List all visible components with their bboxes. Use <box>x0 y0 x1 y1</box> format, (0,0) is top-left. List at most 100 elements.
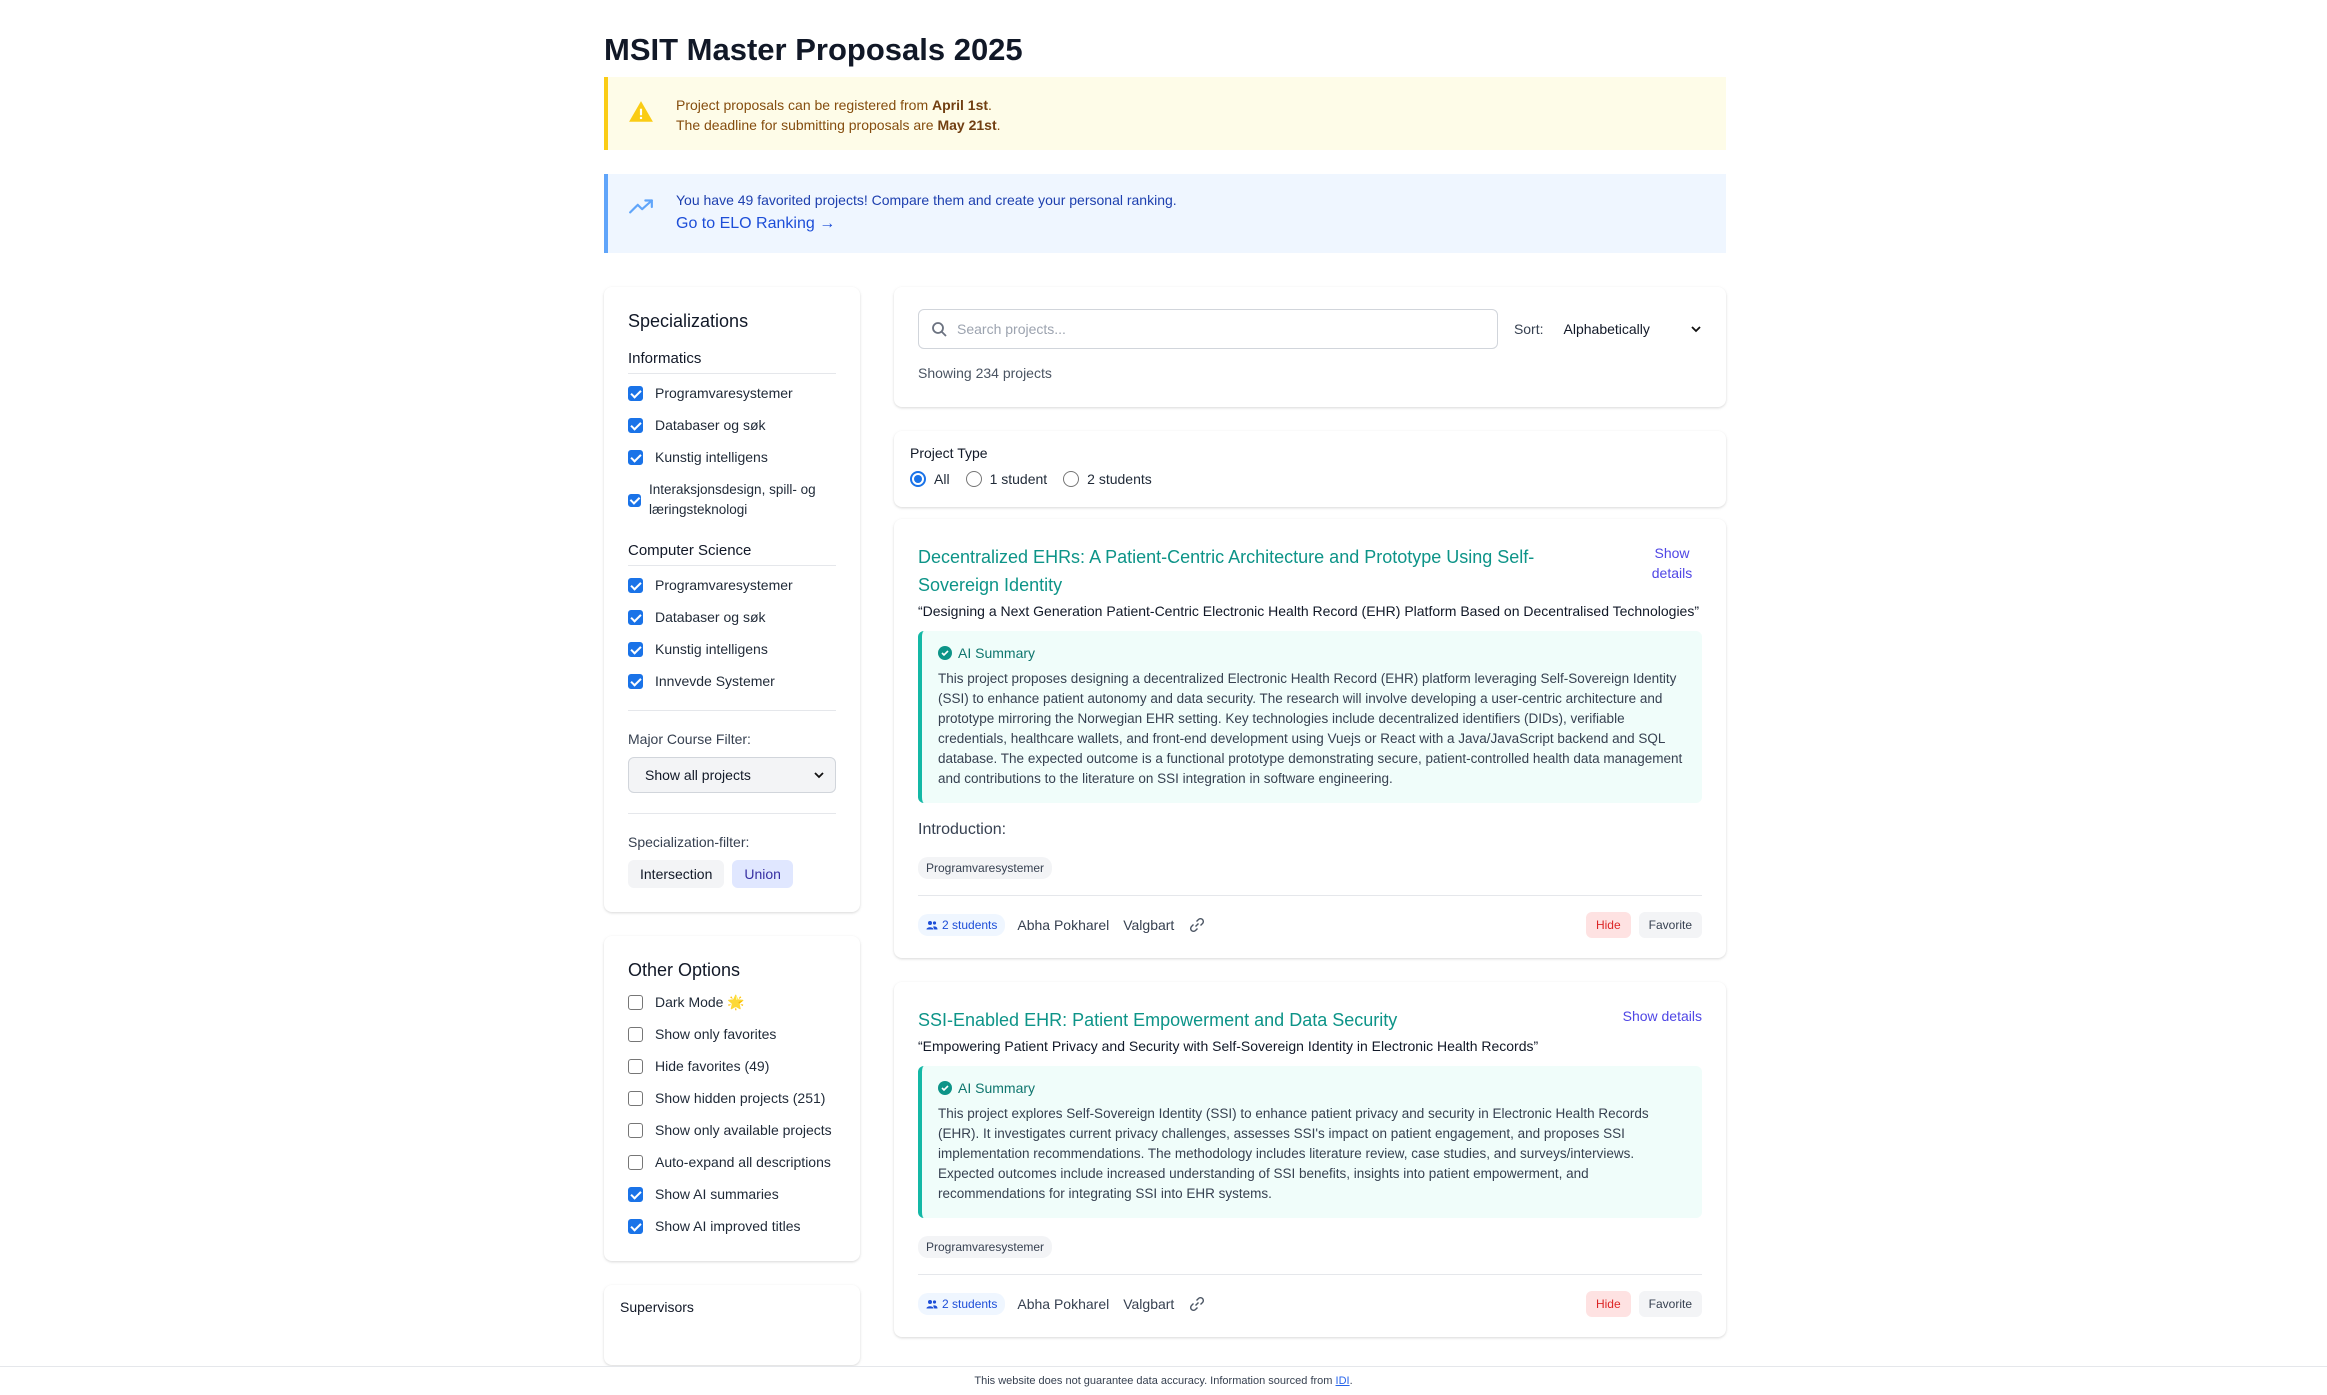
spec-filter-label: Specialization-filter: <box>628 834 750 850</box>
project-card: SSI-Enabled EHR: Patient Empowerment and… <box>894 982 1726 1337</box>
option-show-hidden[interactable]: Show hidden projects (251) <box>628 1089 836 1107</box>
ai-summary-text: This project explores Self-Sovereign Ide… <box>938 1106 1649 1201</box>
checkbox[interactable] <box>628 1058 643 1074</box>
radio[interactable] <box>965 471 982 487</box>
show-details-button[interactable]: Show details <box>1623 1006 1702 1026</box>
option-hide-favorites[interactable]: Hide favorites (49) <box>628 1057 836 1075</box>
spec-checkbox-inf-databaser[interactable]: Databaser og søk <box>628 416 836 434</box>
option-auto-expand[interactable]: Auto-expand all descriptions <box>628 1153 836 1171</box>
type-radio-all[interactable]: All <box>910 471 950 487</box>
spec-filter-toggle: Intersection Union <box>628 860 836 888</box>
checkbox[interactable] <box>628 577 643 593</box>
type-radio-2-students[interactable]: 2 students <box>1063 471 1152 487</box>
ai-summary-box: AI Summary This project proposes designi… <box>918 631 1702 803</box>
checkbox[interactable] <box>628 493 641 507</box>
sort-label: Sort: <box>1513 321 1544 337</box>
ai-summary-text: This project proposes designing a decent… <box>938 671 1683 786</box>
idi-link[interactable]: IDI <box>1336 1375 1350 1387</box>
users-icon <box>926 921 938 930</box>
option-dark-mode[interactable]: Dark Mode 🌟 <box>628 993 836 1011</box>
intersection-button[interactable]: Intersection <box>628 860 725 888</box>
search-card: Search projects... Sort: Alphabetically … <box>894 287 1726 407</box>
check-circle-icon <box>938 646 952 660</box>
type-radio-1-student[interactable]: 1 student <box>965 471 1047 487</box>
search-icon <box>932 322 947 337</box>
spec-checkbox-inf-programvaresystemer[interactable]: Programvaresystemer <box>628 384 836 402</box>
other-options-card: Other Options Dark Mode 🌟 Show only favo… <box>604 936 860 1261</box>
option-only-favorites[interactable]: Show only favorites <box>628 1025 836 1043</box>
supervisor-name: Abha Pokharel <box>1017 917 1110 933</box>
specialization-tag: Programvaresystemer <box>918 857 1053 879</box>
deadline-date: May 21st <box>937 117 997 133</box>
project-title[interactable]: SSI-Enabled EHR: Patient Empowerment and… <box>918 1006 1582 1034</box>
spec-checkbox-cs-innvevde[interactable]: Innvevde Systemer <box>628 672 836 690</box>
link-icon[interactable] <box>1188 1295 1206 1313</box>
project-count: Showing 234 projects <box>918 365 1052 381</box>
students-badge: 2 students <box>918 914 1006 936</box>
sidebar: Specializations Informatics Programvares… <box>604 287 860 1365</box>
supervisor-name: Abha Pokharel <box>1017 1296 1110 1312</box>
checkbox[interactable] <box>628 385 643 401</box>
checkbox[interactable] <box>628 1122 643 1138</box>
sort-select[interactable]: Alphabetically <box>1564 321 1702 337</box>
availability-status: Valgbart <box>1123 1296 1175 1312</box>
chevron-down-icon <box>1691 326 1701 333</box>
elo-ranking-link[interactable]: Go to ELO Ranking → <box>676 214 1177 234</box>
project-original-title: “Empowering Patient Privacy and Security… <box>918 1038 1539 1054</box>
radio[interactable] <box>1063 471 1080 487</box>
show-details-button[interactable]: Show details <box>1642 543 1702 583</box>
spec-checkbox-inf-interaksjonsdesign[interactable]: Interaksjonsdesign, spill- og læringstek… <box>628 480 836 520</box>
group-heading-informatics: Informatics <box>628 350 836 374</box>
option-ai-titles[interactable]: Show AI improved titles <box>628 1217 836 1235</box>
checkbox[interactable] <box>628 994 643 1010</box>
group-heading-computer-science: Computer Science <box>628 542 836 566</box>
checkbox[interactable] <box>628 1218 643 1234</box>
main-content: Search projects... Sort: Alphabetically … <box>894 287 1726 1365</box>
checkbox[interactable] <box>628 641 643 657</box>
supervisors-heading: Supervisors <box>620 1299 694 1315</box>
favorites-info-text: You have 49 favorited projects! Compare … <box>676 192 1177 208</box>
option-ai-summaries[interactable]: Show AI summaries <box>628 1185 836 1203</box>
union-button[interactable]: Union <box>732 860 793 888</box>
footer: This website does not guarantee data acc… <box>0 1366 2327 1395</box>
ai-summary-label: AI Summary <box>958 645 1036 661</box>
specialization-tag: Programvaresystemer <box>918 1236 1053 1258</box>
favorites-info-banner: You have 49 favorited projects! Compare … <box>604 174 1726 253</box>
checkbox[interactable] <box>628 1026 643 1042</box>
registration-date: April 1st <box>932 97 989 113</box>
radio[interactable] <box>910 471 926 487</box>
divider <box>628 710 836 711</box>
check-circle-icon <box>938 1081 952 1095</box>
spec-checkbox-cs-kunstig[interactable]: Kunstig intelligens <box>628 640 836 658</box>
supervisors-card: Supervisors <box>604 1285 860 1365</box>
project-title[interactable]: Decentralized EHRs: A Patient-Centric Ar… <box>918 543 1582 599</box>
spec-checkbox-cs-databaser[interactable]: Databaser og søk <box>628 608 836 626</box>
availability-status: Valgbart <box>1123 917 1175 933</box>
checkbox[interactable] <box>628 609 643 625</box>
checkbox[interactable] <box>628 1090 643 1106</box>
ai-summary-box: AI Summary This project explores Self-So… <box>918 1066 1702 1218</box>
ai-summary-label: AI Summary <box>958 1080 1036 1096</box>
warning-text: Project proposals can be registered from… <box>676 97 1001 133</box>
users-icon <box>926 1300 938 1309</box>
warning-icon <box>629 101 653 122</box>
checkbox[interactable] <box>628 449 643 465</box>
checkbox[interactable] <box>628 417 643 433</box>
checkbox[interactable] <box>628 1186 643 1202</box>
major-filter-select[interactable]: Show all projects <box>628 757 836 793</box>
hide-button[interactable]: Hide <box>1585 1291 1631 1317</box>
checkbox[interactable] <box>628 1154 643 1170</box>
spec-checkbox-cs-programvaresystemer[interactable]: Programvaresystemer <box>628 576 836 594</box>
chevron-down-icon <box>814 772 824 779</box>
page: MSIT Master Proposals 2025 Project propo… <box>604 30 1726 1365</box>
hide-button[interactable]: Hide <box>1585 912 1631 938</box>
favorite-button[interactable]: Favorite <box>1638 1291 1702 1317</box>
favorite-button[interactable]: Favorite <box>1638 912 1702 938</box>
deadline-warning-banner: Project proposals can be registered from… <box>604 77 1726 150</box>
option-only-available[interactable]: Show only available projects <box>628 1121 836 1139</box>
page-title: MSIT Master Proposals 2025 <box>604 32 1023 67</box>
link-icon[interactable] <box>1188 916 1206 934</box>
checkbox[interactable] <box>628 673 643 689</box>
spec-checkbox-inf-kunstig[interactable]: Kunstig intelligens <box>628 448 836 466</box>
search-input[interactable]: Search projects... <box>918 309 1498 349</box>
